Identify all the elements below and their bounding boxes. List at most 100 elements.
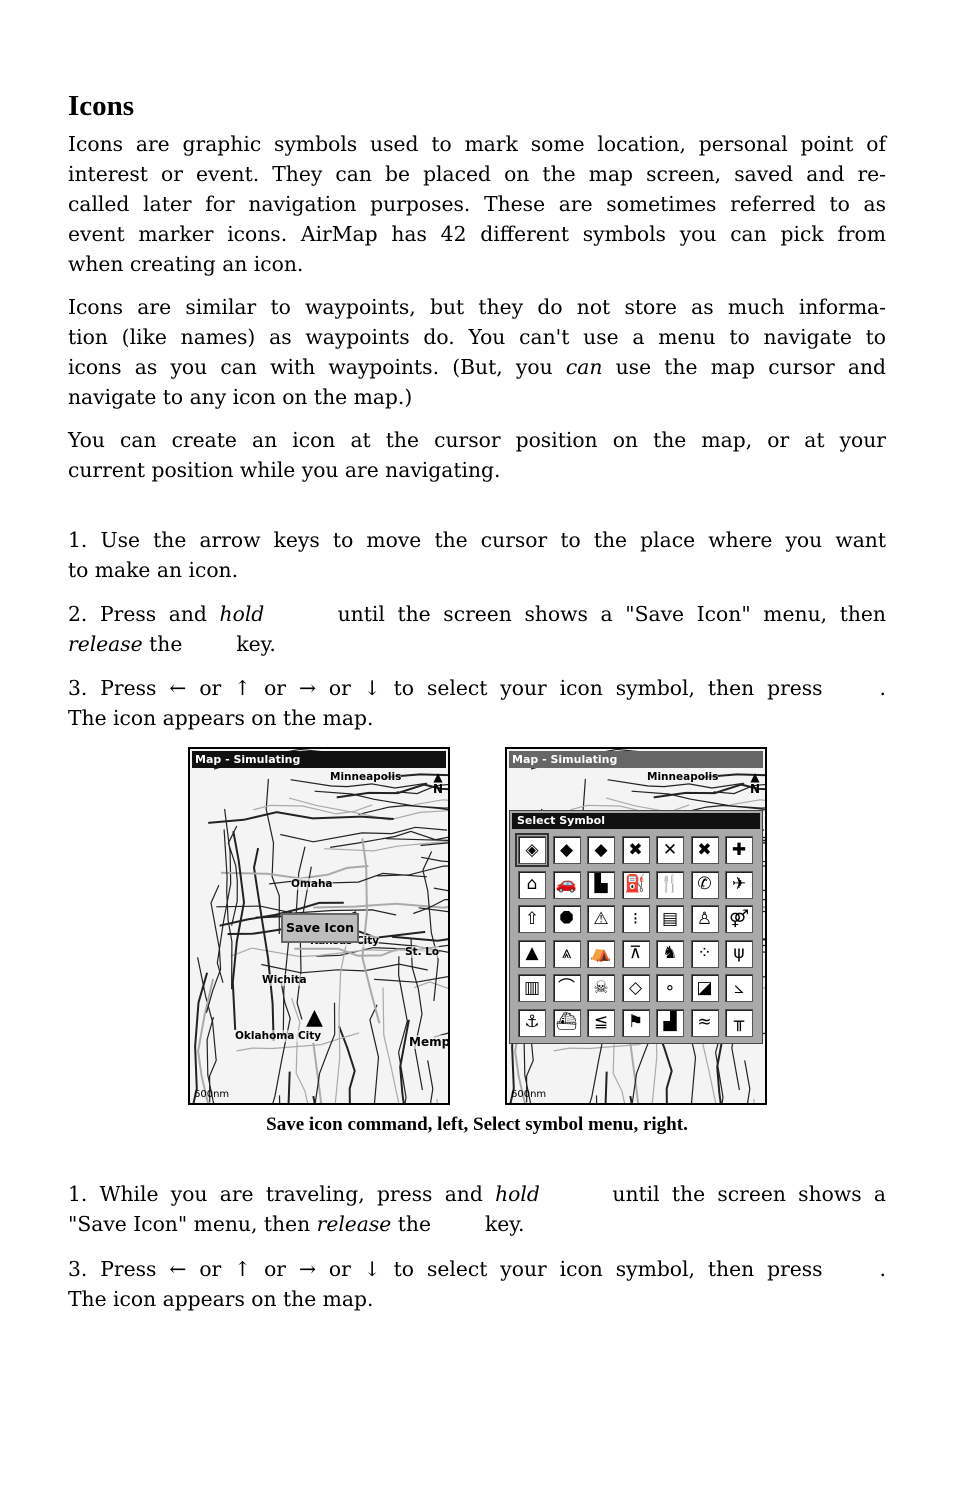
symbol-fish-school-icon[interactable]: ∘	[656, 974, 684, 1002]
symbol-warning-icon[interactable]: ⚠	[587, 905, 615, 933]
symbol-swimmer-icon[interactable]: ≈	[690, 1008, 719, 1037]
road-line	[369, 1004, 380, 1103]
text-line: current position while you are navigatin…	[68, 458, 501, 482]
symbol-boat-icon[interactable]: ⛴	[552, 1008, 581, 1037]
text: key.	[485, 1212, 525, 1236]
symbol-bridge-icon[interactable]: ⌒	[552, 974, 581, 1002]
text: the	[391, 1212, 431, 1236]
symbol-restaurant-icon[interactable]: 🍴	[656, 870, 684, 899]
symbol-store-icon[interactable]: ▙	[587, 870, 615, 899]
symbol-x-outline-icon[interactable]: ✕	[656, 836, 684, 864]
text-line: icons as you can with waypoints. (But, y…	[68, 352, 886, 382]
text: 2. Press and	[68, 602, 220, 626]
symbol-exit-icon[interactable]: ⇧	[518, 905, 546, 933]
text-line: tion (like names) as waypoints do. You c…	[68, 325, 886, 349]
north-label: N	[749, 782, 760, 796]
text: 3. Press ← or ↑ or → or ↓ to select your…	[68, 1257, 823, 1281]
symbol-x-bold-icon[interactable]: ✖	[621, 836, 650, 864]
road-line	[382, 987, 400, 1103]
text: "Save Icon" menu, then	[68, 1212, 317, 1236]
symbol-anchor-icon[interactable]: ⚓	[518, 1008, 546, 1037]
save-icon-button[interactable]: Save Icon	[281, 913, 359, 943]
step-a2: 2. Press and hold until the screen shows…	[68, 599, 886, 659]
symbol-diamond-quartered-icon[interactable]: ◈	[515, 833, 549, 867]
symbol-skull-icon[interactable]: ☠	[587, 974, 615, 1002]
symbol-tracks-icon[interactable]: ⁘	[690, 939, 719, 968]
symbol-phone-icon[interactable]: ✆	[690, 870, 719, 899]
text: .	[879, 1257, 886, 1281]
text-line: Icons are graphic symbols used to mark s…	[68, 132, 886, 156]
symbol-flag-icon[interactable]: ▤	[656, 905, 684, 933]
symbol-bird-tracks-icon[interactable]: ψ	[725, 939, 753, 968]
symbol-person-icon[interactable]: ♙	[690, 905, 719, 933]
symbol-tree-icon[interactable]: ▲	[518, 939, 546, 968]
symbol-fuel-icon[interactable]: ⛽	[621, 870, 650, 899]
text-line: when creating an icon.	[68, 252, 304, 276]
step-a3: 3. Press ← or ↑ or → or ↓ to select your…	[68, 673, 886, 733]
road-line	[427, 1060, 434, 1103]
figure-caption: Save icon command, left, Select symbol m…	[266, 1114, 688, 1135]
step-a1: 1. Use the arrow keys to move the cursor…	[68, 525, 886, 585]
road-line	[312, 1095, 316, 1103]
road-line	[312, 1042, 323, 1103]
symbol-airport-icon[interactable]: ✈	[725, 870, 753, 899]
text-line: "Save Icon" menu, then release the key.	[68, 1209, 886, 1239]
road-line	[358, 804, 448, 815]
text-line: release the key.	[68, 629, 886, 659]
road-line	[629, 1042, 640, 1103]
map-scale: 600nm	[511, 1089, 547, 1100]
text-line: interest or event. They can be placed on…	[68, 162, 886, 186]
symbol-boat-ramp-icon[interactable]: ≦	[587, 1008, 615, 1037]
symbol-factory-icon[interactable]: ▟	[656, 1008, 684, 1037]
symbol-restroom-icon[interactable]: ⚤	[725, 905, 753, 933]
symbol-stop-icon[interactable]: ⯃	[552, 905, 581, 933]
symbol-tower-icon[interactable]: ▥	[518, 974, 546, 1002]
symbol-x-gray-icon[interactable]: ✖	[690, 836, 719, 864]
road-line	[205, 884, 222, 1013]
symbol-picnic-table-icon[interactable]: ⊼	[621, 939, 650, 968]
city-label: Oklahoma City	[235, 1030, 322, 1042]
text-line: 2. Press and hold until the screen shows…	[68, 599, 886, 629]
road-line	[433, 887, 448, 892]
road-line	[287, 1071, 291, 1103]
symbol-traffic-light-icon[interactable]: ⁝	[621, 905, 650, 933]
road-line	[629, 1095, 633, 1103]
north-label: N	[432, 782, 443, 796]
text: icons as you can with waypoints. (But, y…	[68, 355, 566, 379]
symbol-mountain-icon[interactable]: ⩓	[552, 939, 581, 968]
symbol-diamond-half-icon[interactable]: ◆	[552, 836, 581, 864]
save-icon-screenshot: Map - Simulating ▲N Minneapolis Omaha Ka…	[188, 747, 450, 1105]
text-line: The icon appears on the map.	[68, 1287, 374, 1311]
symbol-wreck-icon[interactable]: ⦣	[725, 974, 753, 1002]
symbol-house-icon[interactable]: ⌂	[518, 870, 546, 899]
symbol-dock-icon[interactable]: ╥	[725, 1008, 753, 1037]
menu-title: Select Symbol	[512, 813, 760, 829]
symbol-diamond-split-icon[interactable]: ◆	[587, 836, 615, 864]
symbol-fish-icon[interactable]: ◇	[621, 974, 650, 1002]
text-line: 1. While you are traveling, press and ho…	[68, 1179, 886, 1209]
position-arrow-icon: ▲	[306, 1005, 323, 1030]
symbol-deer-icon[interactable]: ♞	[656, 939, 684, 968]
symbol-dive-flag-icon[interactable]: ◪	[690, 974, 719, 1002]
city-label: Wichita	[262, 974, 307, 986]
road-line	[410, 937, 423, 1091]
emphasis: hold	[495, 1182, 540, 1206]
symbol-tent-icon[interactable]: ⛺	[587, 939, 615, 968]
text-line: The icon appears on the map.	[68, 706, 374, 730]
text-line: to make an icon.	[68, 558, 239, 582]
text-line: 1. Use the arrow keys to move the cursor…	[68, 528, 886, 552]
text: key.	[236, 632, 276, 656]
city-label: Minneapolis	[647, 771, 719, 783]
road-line	[208, 811, 394, 824]
north-arrow-icon: ▲ N	[749, 770, 760, 796]
paragraph-create: You can create an icon at the cursor pos…	[68, 425, 886, 485]
road-line	[744, 1060, 751, 1103]
road-line	[604, 1071, 608, 1103]
step-b1: 1. While you are traveling, press and ho…	[68, 1179, 886, 1239]
symbol-marker-icon[interactable]: ⚑	[621, 1008, 650, 1037]
text-line: 3. Press ← or ↑ or → or ↓ to select your…	[68, 1254, 886, 1284]
text: 3. Press ← or ↑ or → or ↓ to select your…	[68, 676, 823, 700]
text: until the screen shows a	[612, 1182, 886, 1206]
symbol-cross-icon[interactable]: ✚	[725, 836, 753, 864]
symbol-car-icon[interactable]: 🚗	[552, 870, 581, 899]
